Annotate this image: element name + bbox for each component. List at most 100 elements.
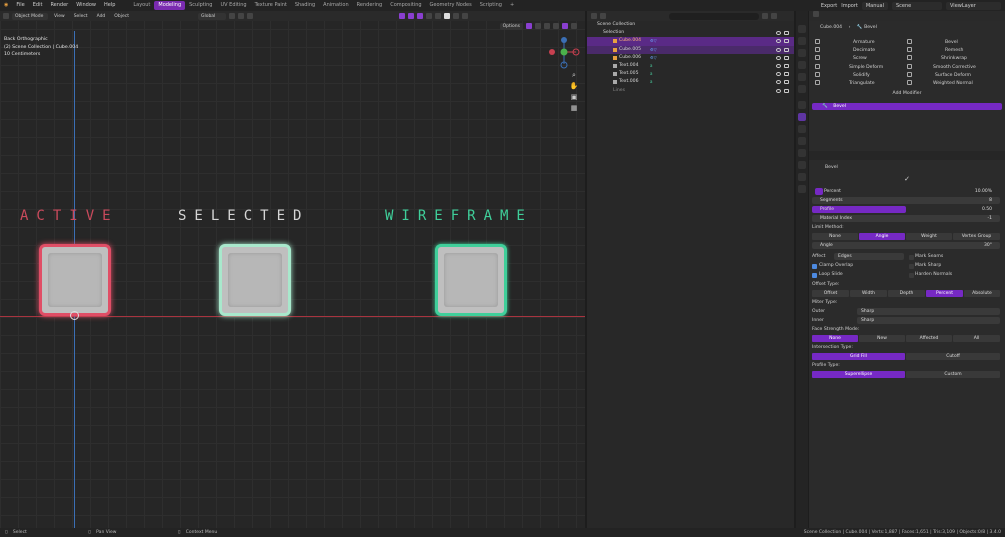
- new-collection-icon[interactable]: [771, 13, 777, 19]
- harden-normals-checkbox[interactable]: [909, 273, 914, 278]
- face-strength-none-button[interactable]: None: [812, 335, 858, 342]
- export-button[interactable]: Export: [821, 3, 837, 9]
- toolbar-icon-5[interactable]: [562, 23, 568, 29]
- shading-material-icon[interactable]: [452, 13, 459, 19]
- mode-selector[interactable]: Object Mode: [12, 12, 48, 20]
- camera-icon[interactable]: [784, 88, 789, 93]
- outliner-row-scene-collection[interactable]: Scene Collection: [587, 21, 794, 29]
- outliner-row-cube-004[interactable]: Cube.004 ⚙▽: [587, 37, 794, 46]
- scene-selector[interactable]: Scene: [892, 1, 942, 10]
- visibility-icon[interactable]: [398, 13, 405, 19]
- menu-select[interactable]: Select: [71, 13, 91, 20]
- limit-weight-button[interactable]: Weight: [906, 233, 952, 240]
- xray-toggle-icon[interactable]: [425, 13, 432, 19]
- tab-modeling[interactable]: Modeling: [154, 1, 186, 10]
- properties-editor-icon[interactable]: [813, 11, 819, 17]
- affect-dropdown[interactable]: Edges: [834, 253, 904, 260]
- offset-percent-button[interactable]: Percent: [926, 290, 963, 297]
- limit-angle-button[interactable]: Angle: [859, 233, 905, 240]
- shading-rendered-icon[interactable]: [461, 13, 468, 19]
- eye-icon[interactable]: [776, 72, 781, 77]
- menu-help[interactable]: Help: [100, 0, 119, 11]
- face-strength-affected-button[interactable]: Affected: [906, 335, 952, 342]
- offset-width-button[interactable]: Width: [850, 290, 887, 297]
- shading-solid-icon[interactable]: [443, 13, 450, 19]
- shading-wireframe-icon[interactable]: [434, 13, 441, 19]
- menu-item-screw[interactable]: Screw: [815, 55, 905, 63]
- menu-item-armature[interactable]: Armature: [815, 39, 905, 47]
- menu-item-bevel[interactable]: Bevel: [907, 39, 1003, 47]
- add-workspace-button[interactable]: +: [506, 1, 518, 10]
- material-tab-icon[interactable]: [798, 173, 806, 181]
- menu-item-remesh[interactable]: Remesh: [907, 47, 1003, 55]
- apply-checkmark-icon[interactable]: ✓: [809, 175, 1005, 183]
- snap-icon[interactable]: [237, 13, 244, 19]
- eye-icon[interactable]: [776, 55, 781, 60]
- import-button[interactable]: Import: [841, 3, 858, 9]
- loop-slide-checkbox[interactable]: [812, 273, 817, 278]
- outliner-editor-icon[interactable]: [591, 13, 597, 19]
- add-modifier-button[interactable]: Add Modifier: [809, 90, 1005, 98]
- 3d-cursor-icon[interactable]: [70, 311, 79, 320]
- menu-item-triangulate[interactable]: Triangulate: [815, 80, 905, 88]
- tab-scripting[interactable]: Scripting: [476, 1, 506, 10]
- inner-dropdown[interactable]: Sharp: [857, 317, 1000, 324]
- offset-offset-button[interactable]: Offset: [812, 290, 849, 297]
- menu-file[interactable]: File: [12, 0, 28, 11]
- camera-icon[interactable]: [784, 47, 789, 52]
- modifier-tab-icon[interactable]: [798, 113, 806, 121]
- menu-render[interactable]: Render: [46, 0, 72, 11]
- menu-edit[interactable]: Edit: [29, 0, 47, 11]
- profile-field[interactable]: Profile 0.50: [812, 206, 1000, 213]
- overlay-toggle-icon[interactable]: [416, 13, 423, 19]
- texture-tab-icon[interactable]: [798, 185, 806, 193]
- tab-geometry-nodes[interactable]: Geometry Nodes: [426, 1, 476, 10]
- mark-seams-checkbox[interactable]: [909, 255, 914, 260]
- camera-icon[interactable]: [784, 63, 789, 68]
- outliner-search-input[interactable]: [669, 12, 759, 20]
- eye-icon[interactable]: [776, 88, 781, 93]
- outliner-row-text-006[interactable]: Text.006 a: [587, 78, 794, 86]
- data-tab-icon[interactable]: [798, 161, 806, 169]
- toolbar-icon-2[interactable]: [535, 23, 541, 29]
- limit-none-button[interactable]: None: [812, 233, 858, 240]
- tab-sculpting[interactable]: Sculpting: [185, 1, 216, 10]
- menu-window[interactable]: Window: [72, 0, 100, 11]
- tab-animation[interactable]: Animation: [319, 1, 353, 10]
- profile-superellipse-button[interactable]: Superellipse: [812, 371, 905, 378]
- view-layer-selector[interactable]: ViewLayer: [946, 1, 1001, 10]
- angle-field[interactable]: Angle 30°: [812, 242, 1000, 249]
- eye-icon[interactable]: [776, 31, 781, 36]
- mark-sharp-checkbox[interactable]: [909, 264, 914, 269]
- manual-button[interactable]: Manual: [861, 1, 888, 10]
- object-tab-icon[interactable]: [798, 101, 806, 109]
- menu-item-surface-deform[interactable]: Surface Deform: [907, 71, 1003, 80]
- output-tab-icon[interactable]: [798, 49, 806, 57]
- camera-icon[interactable]: [784, 80, 789, 85]
- outliner-row-cube-005[interactable]: Cube.005 ⚙▽: [587, 45, 794, 54]
- camera-icon[interactable]: [784, 55, 789, 60]
- blender-logo-icon[interactable]: ◉: [0, 0, 12, 11]
- width-row[interactable]: Percent 10.00%: [817, 188, 1000, 195]
- camera-view-icon[interactable]: ▣: [569, 93, 579, 102]
- intersection-grid-fill-button[interactable]: Grid Fill: [812, 353, 905, 360]
- pan-hand-icon[interactable]: ✋: [569, 82, 579, 91]
- modifier-bevel-header[interactable]: 🔧 Bevel: [812, 103, 1002, 110]
- menu-view[interactable]: View: [51, 13, 68, 20]
- view-layer-tab-icon[interactable]: [798, 61, 806, 69]
- outer-dropdown[interactable]: Sharp: [857, 308, 1000, 315]
- intersection-cutoff-button[interactable]: Cutoff: [906, 353, 1000, 360]
- profile-custom-button[interactable]: Custom: [906, 371, 1000, 378]
- menu-add[interactable]: Add: [94, 13, 109, 20]
- menu-item-smooth-corrective[interactable]: Smooth Corrective: [907, 63, 1003, 72]
- material-index-field[interactable]: Material Index -1: [812, 215, 1000, 222]
- menu-item-solidify[interactable]: Solidify: [815, 71, 905, 80]
- camera-icon[interactable]: [784, 72, 789, 77]
- outliner-row-text-005[interactable]: Text.005 a: [587, 70, 794, 78]
- eye-icon[interactable]: [776, 63, 781, 68]
- outliner-row-selection[interactable]: Selection: [587, 29, 794, 37]
- menu-item-shrinkwrap[interactable]: Shrinkwrap: [907, 55, 1003, 63]
- options-button[interactable]: Options: [499, 22, 523, 30]
- tab-layout[interactable]: Layout: [129, 1, 154, 10]
- offset-absolute-button[interactable]: Absolute: [964, 290, 1000, 297]
